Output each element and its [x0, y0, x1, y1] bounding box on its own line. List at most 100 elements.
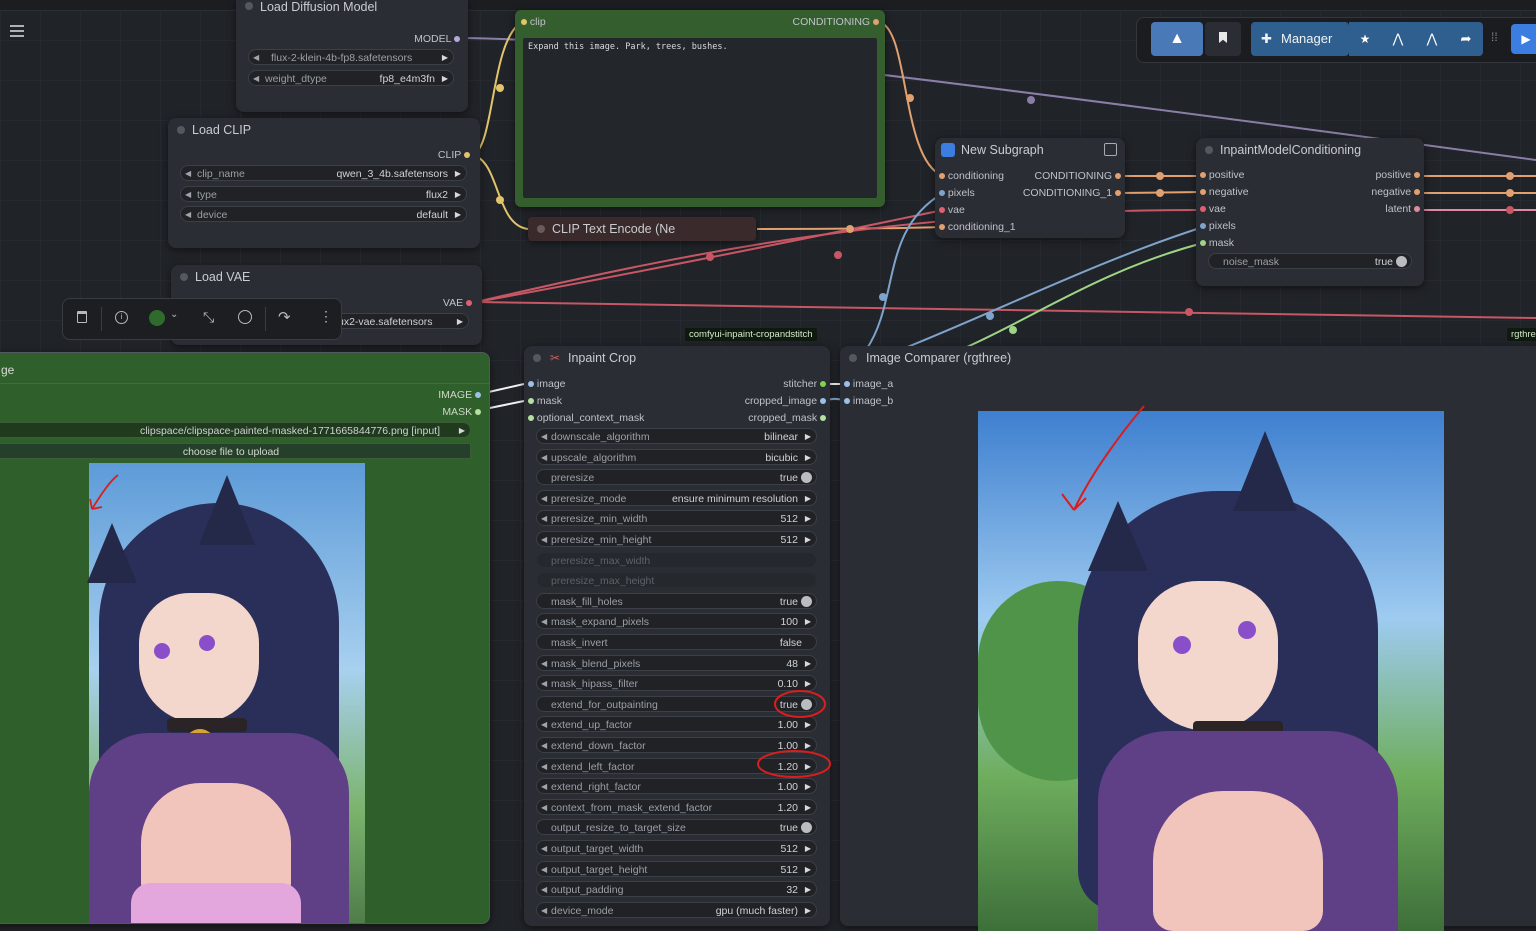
- input-mask[interactable]: mask: [528, 395, 562, 407]
- widget-image-path[interactable]: clipspace/clipspace-painted-masked-17716…: [0, 422, 471, 438]
- widget-output-target-width[interactable]: ◀ output_target_width 512 ▶: [536, 840, 817, 856]
- node-inpaint-model-conditioning[interactable]: InpaintModelConditioning positive negati…: [1196, 138, 1424, 286]
- input-conditioning-1[interactable]: conditioning_1: [939, 221, 1016, 233]
- output-conditioning-1[interactable]: CONDITIONING_1: [1023, 187, 1121, 199]
- chevron-down-icon[interactable]: ⌄: [170, 309, 178, 320]
- increment-arrow[interactable]: ▶: [805, 841, 811, 857]
- decrement-arrow[interactable]: ◀: [541, 450, 547, 466]
- decrement-arrow[interactable]: ◀: [541, 738, 547, 754]
- decrement-arrow[interactable]: ◀: [541, 429, 547, 445]
- increment-arrow[interactable]: ▶: [805, 862, 811, 878]
- output-mask[interactable]: MASK: [442, 406, 481, 418]
- output-conditioning[interactable]: CONDITIONING: [792, 16, 879, 28]
- input-image-b[interactable]: image_b: [844, 395, 893, 407]
- manager-button[interactable]: ✚ Manager: [1251, 22, 1349, 56]
- increment-arrow[interactable]: ▶: [805, 882, 811, 898]
- input-pixels[interactable]: pixels: [939, 187, 975, 199]
- node-clip-text-encode-positive[interactable]: clip CONDITIONING Expand this image. Par…: [515, 10, 885, 207]
- widget-preresize[interactable]: preresize true: [536, 469, 817, 486]
- input-positive[interactable]: positive: [1200, 169, 1245, 181]
- more-icon[interactable]: ⋮: [319, 308, 333, 325]
- input-conditioning[interactable]: conditioning: [939, 170, 1004, 182]
- widget-output-resize-to-target-size[interactable]: output_resize_to_target_size true: [536, 819, 817, 836]
- decrement-arrow[interactable]: ◀: [541, 532, 547, 548]
- color-dot-icon[interactable]: [149, 310, 165, 326]
- node-header[interactable]: CLIP Text Encode (Ne: [528, 217, 756, 241]
- widget-unet-name[interactable]: ◀ flux-2-klein-4b-fp8.safetensors ▶: [248, 49, 454, 65]
- node-load-image[interactable]: ge IMAGE MASK clipspace/clipspace-painte…: [0, 352, 490, 924]
- trash-icon[interactable]: [77, 311, 87, 323]
- widget-context-from-mask-extend-factor[interactable]: ◀ context_from_mask_extend_factor 1.20 ▶: [536, 798, 817, 816]
- widget-output-padding[interactable]: ◀ output_padding 32 ▶: [536, 881, 817, 898]
- widget-preresize-mode[interactable]: ◀ preresize_mode ensure minimum resolution…: [536, 489, 817, 507]
- decrement-arrow[interactable]: ◀: [541, 779, 547, 795]
- widget-device[interactable]: ◀ device default ▶: [180, 206, 467, 222]
- open-subgraph-icon[interactable]: [1104, 143, 1117, 156]
- decrement-arrow[interactable]: ◀: [541, 800, 547, 816]
- decrement-arrow[interactable]: ◀: [541, 614, 547, 630]
- decrement-arrow[interactable]: ◀: [541, 903, 547, 919]
- upload-button[interactable]: choose file to upload: [0, 443, 471, 459]
- output-cropped-image[interactable]: cropped_image: [745, 395, 826, 407]
- input-negative[interactable]: negative: [1200, 186, 1249, 198]
- comfy-logo-icon[interactable]: ▲: [1151, 22, 1203, 56]
- node-header[interactable]: New Subgraph: [935, 138, 1125, 162]
- increment-arrow[interactable]: ▶: [805, 491, 811, 507]
- decrement-arrow[interactable]: ◀: [541, 676, 547, 692]
- node-header[interactable]: Image Comparer (rgthree): [840, 346, 1536, 370]
- output-clip[interactable]: CLIP: [438, 149, 470, 161]
- decrement-arrow[interactable]: ◀: [541, 882, 547, 898]
- redo-icon[interactable]: ↷: [278, 308, 291, 326]
- node-header[interactable]: Load Diffusion Model: [236, 0, 468, 16]
- decrement-arrow[interactable]: ◀: [541, 511, 547, 527]
- widget-output-target-height[interactable]: ◀ output_target_height 512 ▶: [536, 860, 817, 878]
- widget-upscale-algorithm[interactable]: ◀ upscale_algorithm bicubic ▶: [536, 448, 817, 466]
- node-new-subgraph[interactable]: New Subgraph conditioning pixels vae con…: [935, 138, 1125, 238]
- output-stitcher[interactable]: stitcher: [783, 378, 826, 390]
- input-vae[interactable]: vae: [1200, 203, 1226, 215]
- output-positive[interactable]: positive: [1375, 169, 1420, 181]
- play-icon[interactable]: ▶: [1511, 24, 1536, 54]
- widget-mask-blend-pixels[interactable]: ◀ mask_blend_pixels 48 ▶: [536, 654, 817, 672]
- widget-weight-dtype[interactable]: ◀ weight_dtype fp8_e4m3fn ▶: [248, 70, 454, 86]
- widget-clip-name[interactable]: ◀ clip_name qwen_3_4b.safetensors ▶: [180, 165, 467, 181]
- widget-downscale-algorithm[interactable]: ◀ downscale_algorithm bilinear ▶: [536, 428, 817, 444]
- collapse-icon[interactable]: ⤡: [203, 309, 214, 326]
- toggle-knob[interactable]: [801, 822, 812, 834]
- info-icon[interactable]: i: [115, 311, 128, 324]
- decrement-arrow[interactable]: ◀: [541, 491, 547, 507]
- increment-arrow[interactable]: ▶: [805, 903, 811, 919]
- increment-arrow[interactable]: ▶: [805, 532, 811, 548]
- input-mask[interactable]: mask: [1200, 237, 1234, 249]
- decrement-arrow[interactable]: ◀: [541, 717, 547, 733]
- output-latent[interactable]: latent: [1385, 203, 1420, 215]
- input-clip[interactable]: clip: [521, 16, 546, 28]
- widget-noise-mask[interactable]: noise_mask true: [1208, 253, 1412, 269]
- input-image-a[interactable]: image_a: [844, 378, 893, 390]
- decrement-arrow[interactable]: ◀: [541, 759, 547, 775]
- lambda-alt-icon[interactable]: ⋀: [1415, 22, 1449, 56]
- increment-arrow[interactable]: ▶: [805, 429, 811, 445]
- widget-mask-expand-pixels[interactable]: ◀ mask_expand_pixels 100 ▶: [536, 613, 817, 630]
- node-inpaint-crop[interactable]: ✂ Inpaint Crop image mask optional_conte…: [524, 346, 830, 926]
- widget-mask-fill-holes[interactable]: mask_fill_holes true: [536, 592, 817, 609]
- hamburger-menu-icon[interactable]: [10, 25, 24, 37]
- decrement-arrow[interactable]: ◀: [541, 841, 547, 857]
- star-icon[interactable]: ★: [1349, 22, 1381, 56]
- node-header[interactable]: Load VAE: [171, 265, 482, 289]
- widget-mask-invert[interactable]: mask_invert false: [536, 634, 817, 650]
- decrement-arrow[interactable]: ◀: [541, 656, 547, 672]
- node-header[interactable]: Load CLIP: [168, 118, 480, 142]
- output-negative[interactable]: negative: [1371, 186, 1420, 198]
- widget-type[interactable]: ◀ type flux2 ▶: [180, 186, 467, 202]
- widget-preresize-min-width[interactable]: ◀ preresize_min_width 512 ▶: [536, 510, 817, 527]
- output-conditioning[interactable]: CONDITIONING: [1034, 170, 1121, 182]
- node-header[interactable]: ✂ Inpaint Crop: [524, 346, 830, 370]
- toggle-knob[interactable]: [801, 595, 812, 607]
- node-image-comparer[interactable]: Image Comparer (rgthree) image_a image_b: [840, 346, 1536, 931]
- lambda-icon[interactable]: ⋀: [1381, 22, 1415, 56]
- bypass-icon[interactable]: [238, 310, 252, 324]
- increment-arrow[interactable]: ▶: [805, 614, 811, 630]
- input-image[interactable]: image: [528, 378, 566, 390]
- output-model[interactable]: MODEL: [414, 33, 460, 45]
